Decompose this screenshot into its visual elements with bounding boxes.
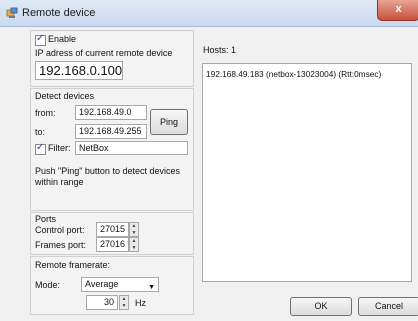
spin-down-icon: ▼ <box>121 303 127 309</box>
remote-device-dialog: Remote device x ✓ Enable IP adress of cu… <box>0 0 418 321</box>
control-port-label: Control port: <box>35 225 85 235</box>
filter-checkbox[interactable]: ✓ <box>35 142 46 155</box>
ping-hint: Push "Ping" button to detect devices wit… <box>35 166 180 187</box>
chevron-down-icon: ▼ <box>148 284 155 291</box>
cancel-button[interactable]: Cancel <box>358 297 418 316</box>
mode-select[interactable]: Average ▼ <box>81 277 159 292</box>
dialog-body: ✓ Enable IP adress of current remote dev… <box>0 27 418 321</box>
title-bar: Remote device x <box>0 0 418 27</box>
spin-down-icon: ▼ <box>131 245 137 251</box>
filter-input[interactable]: NetBox <box>75 141 188 155</box>
close-button[interactable]: x <box>377 0 418 21</box>
ping-button[interactable]: Ping <box>150 109 188 135</box>
hosts-label-text: Hosts: <box>203 45 229 55</box>
ports-group: Ports Control port: 27015 ▲ ▼ Frames por… <box>30 212 194 255</box>
window-title: Remote device <box>22 7 96 19</box>
hosts-label: Hosts: 1 <box>203 45 236 55</box>
close-icon: x <box>395 3 402 15</box>
detect-devices-group: Detect devices from: 192.168.49.0 to: 19… <box>30 88 194 211</box>
to-ip-input[interactable]: 192.168.49.255 <box>75 124 147 139</box>
ok-button[interactable]: OK <box>290 297 352 316</box>
frames-port-spinner[interactable]: ▲ ▼ <box>129 237 139 252</box>
framerate-group: Remote framerate: Mode: Average ▼ 30 ▲ ▼… <box>30 256 194 315</box>
enable-checkbox[interactable]: ✓ <box>35 33 46 46</box>
current-device-label: IP adress of current remote device <box>35 48 173 58</box>
spin-up-icon: ▲ <box>131 238 137 244</box>
spin-up-icon: ▲ <box>121 296 127 302</box>
mode-label: Mode: <box>35 280 61 290</box>
from-ip-input[interactable]: 192.168.49.0 <box>75 105 147 120</box>
from-label: from: <box>35 108 56 118</box>
hz-input[interactable]: 30 <box>86 295 118 310</box>
current-device-ip-input[interactable]: 192.168.0.100 <box>35 61 123 80</box>
hz-spinner[interactable]: ▲ ▼ <box>119 295 129 310</box>
list-item[interactable]: 192.168.49.183 (netbox-13023004) (Rtt:0m… <box>206 69 381 79</box>
ports-title: Ports <box>35 214 57 224</box>
frames-port-label: Frames port: <box>35 240 87 250</box>
filter-label: Filter: <box>48 143 71 153</box>
app-icon <box>6 7 18 18</box>
framerate-title: Remote framerate: <box>35 260 111 270</box>
control-port-input[interactable]: 27015 <box>96 222 129 237</box>
check-icon: ✓ <box>36 142 45 153</box>
hosts-list[interactable]: 192.168.49.183 (netbox-13023004) (Rtt:0m… <box>202 63 412 282</box>
hosts-count: 1 <box>231 45 237 55</box>
detect-devices-title: Detect devices <box>35 91 95 101</box>
check-icon: ✓ <box>36 33 45 44</box>
frames-port-input[interactable]: 27016 <box>96 237 129 252</box>
spin-down-icon: ▼ <box>131 230 137 236</box>
hz-unit-label: Hz <box>135 298 146 308</box>
control-port-spinner[interactable]: ▲ ▼ <box>129 222 139 237</box>
to-label: to: <box>35 127 46 137</box>
spin-up-icon: ▲ <box>131 223 137 229</box>
enable-label: Enable <box>48 34 77 44</box>
mode-value: Average <box>85 279 119 289</box>
current-device-group: ✓ Enable IP adress of current remote dev… <box>30 30 194 87</box>
